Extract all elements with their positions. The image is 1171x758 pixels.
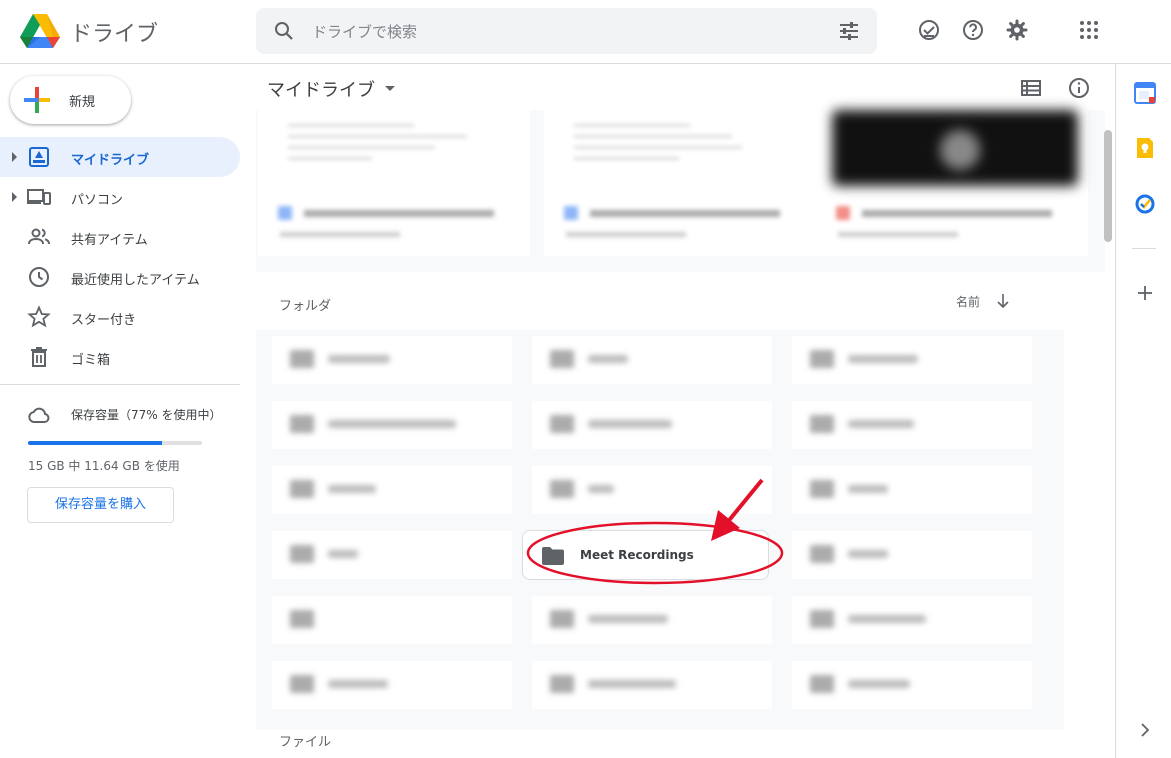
star-icon [27, 305, 51, 328]
folder-card[interactable] [272, 596, 512, 644]
quick-access-card[interactable] [544, 110, 816, 256]
folder-card[interactable] [272, 401, 512, 449]
new-button[interactable]: 新規 [10, 76, 131, 124]
folder-card[interactable] [792, 531, 1032, 579]
drive-logo-icon[interactable] [20, 12, 60, 48]
add-addon-plus-icon[interactable] [1134, 282, 1156, 304]
main-content: マイドライブ フォルダ 名前 Meet Recordings ファイル [256, 64, 1115, 758]
folder-card[interactable] [532, 401, 772, 449]
expand-panel-chevron-right-icon[interactable] [1134, 719, 1156, 741]
folder-card[interactable] [532, 466, 772, 514]
folder-card[interactable] [792, 401, 1032, 449]
recent-clock-icon [29, 267, 49, 287]
sort-direction-arrow-icon[interactable] [994, 292, 1012, 310]
new-plus-icon [24, 87, 50, 113]
storage-usage-fill [28, 441, 162, 445]
folder-card[interactable] [532, 596, 772, 644]
folder-card[interactable] [532, 661, 772, 709]
file-meta [274, 206, 514, 246]
sidebar-item-my-drive[interactable]: マイドライブ [0, 137, 240, 177]
apps-grid-icon[interactable] [1077, 18, 1101, 42]
offline-ready-icon[interactable] [917, 18, 941, 42]
help-icon[interactable] [961, 18, 985, 42]
file-meta [560, 206, 800, 246]
search-bar[interactable]: ドライブで検索 [256, 8, 877, 54]
nav-divider [0, 384, 240, 385]
sidebar-item-label: ゴミ箱 [71, 353, 111, 368]
tasks-icon[interactable] [1134, 193, 1156, 215]
folder-card[interactable] [272, 466, 512, 514]
main-scrollbar[interactable] [1104, 130, 1112, 242]
document-preview [288, 116, 498, 196]
folder-card[interactable] [792, 466, 1032, 514]
sidebar-item-trash[interactable]: ゴミ箱 [0, 337, 240, 377]
my-drive-icon [29, 147, 49, 167]
folder-card[interactable] [792, 661, 1032, 709]
folder-card[interactable] [792, 596, 1032, 644]
expand-caret-icon[interactable] [12, 152, 17, 162]
left-navigation: 新規 マイドライブ パソコン 共有アイテム 最近使用したアイテム スター付き ゴ… [0, 64, 256, 758]
calendar-icon[interactable] [1134, 82, 1156, 104]
storage-detail: 15 GB 中 11.64 GB を使用 [28, 459, 180, 473]
sort-by-name[interactable]: 名前 [956, 293, 980, 310]
sidebar-item-label: スター付き [71, 313, 137, 328]
computers-icon [27, 189, 51, 205]
breadcrumb-dropdown-icon[interactable] [385, 86, 395, 91]
buy-storage-button[interactable]: 保存容量を購入 [27, 487, 174, 523]
sidebar-item-starred[interactable]: スター付き [0, 297, 240, 337]
folder-card[interactable] [792, 336, 1032, 384]
search-options-icon[interactable] [837, 19, 861, 43]
sidebar-item-computers[interactable]: パソコン [0, 177, 240, 217]
top-bar: ドライブ ドライブで検索 [0, 0, 1171, 64]
sidebar-item-label: マイドライブ [71, 153, 150, 168]
search-icon[interactable] [272, 19, 296, 43]
sidebar-item-shared[interactable]: 共有アイテム [0, 217, 240, 257]
storage-usage-bar [28, 441, 202, 445]
side-panel-divider [1132, 248, 1156, 249]
sidebar-item-recent[interactable]: 最近使用したアイテム [0, 257, 240, 297]
folder-card[interactable] [532, 336, 772, 384]
trash-icon [31, 347, 47, 367]
folder-card[interactable] [272, 661, 512, 709]
new-button-label: 新規 [69, 95, 96, 110]
document-preview [574, 116, 784, 196]
folder-card[interactable] [272, 531, 512, 579]
video-thumbnail [832, 110, 1078, 186]
file-meta [832, 206, 1072, 246]
app-name: ドライブ [70, 22, 159, 47]
quick-access-card[interactable] [258, 110, 530, 256]
sidebar-item-label: 共有アイテム [71, 233, 148, 248]
side-panel [1115, 64, 1171, 758]
folder-icon [542, 547, 564, 565]
page-title[interactable]: マイドライブ [267, 76, 375, 102]
settings-gear-icon[interactable] [1005, 18, 1029, 42]
quick-access-card[interactable] [816, 110, 1088, 256]
storage-title: 保存容量（77% を使用中） [71, 408, 222, 422]
sidebar-item-label: パソコン [71, 193, 124, 208]
folder-card[interactable] [272, 336, 512, 384]
expand-caret-icon[interactable] [12, 192, 17, 202]
keep-icon[interactable] [1134, 137, 1156, 159]
sidebar-item-label: 最近使用したアイテム [71, 273, 200, 288]
info-icon[interactable] [1067, 76, 1091, 100]
cloud-storage-icon [28, 407, 50, 423]
files-section-label: ファイル [279, 735, 332, 750]
quick-access-area [256, 110, 1105, 272]
shared-icon [28, 228, 50, 245]
folder-card-meet-recordings[interactable]: Meet Recordings [522, 530, 769, 580]
folders-section-label: フォルダ [279, 299, 332, 314]
list-view-icon[interactable] [1019, 76, 1043, 100]
folder-name: Meet Recordings [580, 548, 694, 562]
search-input[interactable]: ドライブで検索 [312, 21, 417, 42]
